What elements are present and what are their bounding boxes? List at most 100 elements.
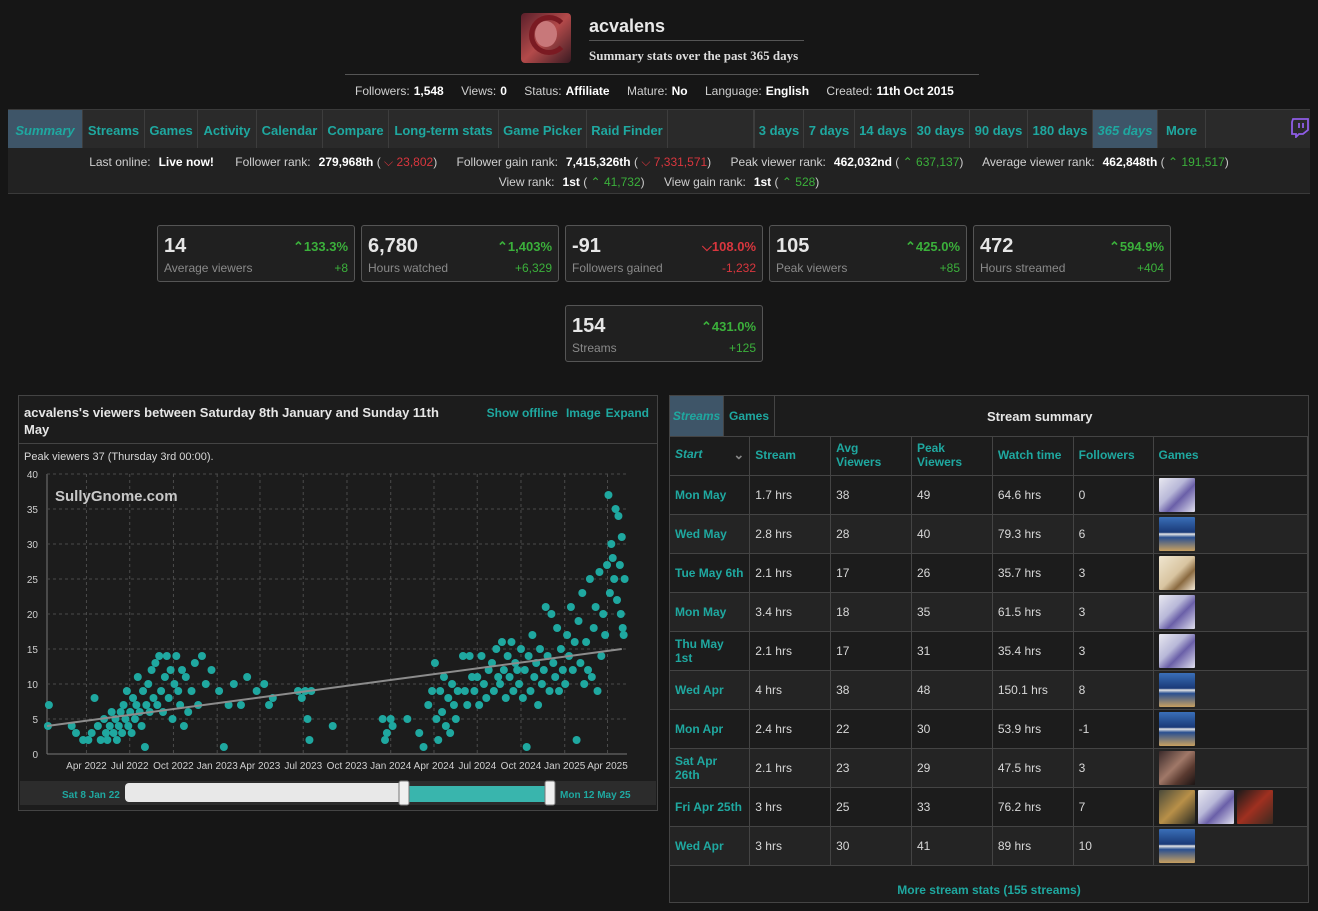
nav-tab-compare[interactable]: Compare	[323, 110, 389, 148]
up-arrow-icon: ⌃	[781, 175, 792, 189]
x-tick-label: Apr 2022	[66, 761, 107, 772]
game-thumbnail-valorant[interactable]	[1158, 633, 1195, 668]
start-cell[interactable]: Mon May	[670, 592, 751, 632]
game-thumbnail-vrchat[interactable]	[1158, 711, 1195, 746]
nav-tab-games[interactable]: Games	[145, 110, 198, 148]
data-point	[555, 687, 564, 695]
game-thumbnail-vrchat[interactable]	[1158, 828, 1195, 863]
nav-range-90-days[interactable]: 90 days	[970, 110, 1028, 148]
image-link[interactable]: Image	[566, 406, 601, 420]
expand-link[interactable]: Expand	[606, 406, 649, 420]
col-start[interactable]: Start ⌄	[670, 436, 751, 476]
nav-range-365-days[interactable]: 365 days	[1093, 110, 1158, 148]
range-handle-left[interactable]	[398, 780, 410, 806]
twitch-icon[interactable]	[1290, 118, 1310, 138]
data-point	[124, 722, 133, 730]
avg-viewers-cell: 30	[830, 826, 912, 866]
game-thumbnail-valorant[interactable]	[1158, 477, 1195, 512]
view-rank-label: View rank:	[498, 175, 555, 189]
data-point	[601, 631, 610, 639]
nav-range-3-days[interactable]: 3 days	[754, 110, 804, 148]
table-row[interactable]: Wed Apr 4 hrs 38 48 150.1 hrs 8	[670, 670, 1309, 710]
start-cell[interactable]: Thu May 1st	[670, 631, 751, 671]
col-peak-viewers[interactable]: Peak Viewers	[911, 436, 993, 476]
game-thumbnail-vrchat[interactable]	[1158, 516, 1195, 551]
nav-tab-activity[interactable]: Activity	[198, 110, 257, 148]
peak-viewers-cell: 41	[911, 826, 993, 866]
data-point	[501, 694, 510, 702]
data-point	[556, 645, 565, 653]
table-row[interactable]: Wed Apr 3 hrs 30 41 89 hrs 10	[670, 826, 1309, 866]
table-row[interactable]: Tue May 6th 2.1 hrs 17 26 35.7 hrs 3	[670, 553, 1309, 593]
table-row[interactable]: Fri Apr 25th 3 hrs 25 33 76.2 hrs 7	[670, 787, 1309, 827]
data-point	[93, 722, 102, 730]
game-thumbnail-valorant[interactable]	[1158, 594, 1195, 629]
x-tick-label: Jul 2022	[111, 761, 149, 772]
range-end-label: Mon 12 May 25	[560, 790, 631, 801]
nav-tab-streams[interactable]: Streams	[83, 110, 145, 148]
game-thumbnail-red[interactable]	[1236, 789, 1273, 824]
show-offline-link[interactable]: Show offline	[487, 406, 558, 420]
col-stream[interactable]: Stream	[749, 436, 832, 476]
data-point	[260, 680, 269, 688]
game-thumbnail-light[interactable]	[1158, 555, 1195, 590]
start-cell[interactable]: Mon May	[670, 475, 751, 515]
data-point	[197, 652, 206, 660]
table-row[interactable]: Mon Apr 2.4 hrs 22 30 53.9 hrs -1	[670, 709, 1309, 749]
data-point	[44, 701, 53, 709]
nav-tab-summary[interactable]: Summary	[8, 110, 83, 148]
col-avg-viewers[interactable]: Avg Viewers	[830, 436, 912, 476]
x-tick-label: Apr 2025	[587, 761, 628, 772]
rank-row-2: View rank: 1st ( ⌃ 41,732) View gain rank…	[498, 175, 820, 189]
more-stream-stats-link[interactable]: More stream stats (155 streams)	[670, 883, 1308, 897]
data-point	[441, 722, 450, 730]
nav-tab-calendar[interactable]: Calendar	[257, 110, 323, 148]
avg-viewers-cell: 17	[830, 553, 912, 593]
start-cell[interactable]: Mon Apr	[670, 709, 751, 749]
start-cell[interactable]: Wed Apr	[670, 826, 751, 866]
nav-tab-long-term-stats[interactable]: Long-term stats	[389, 110, 499, 148]
data-point	[229, 680, 238, 688]
game-thumbnail-valorant[interactable]	[1197, 789, 1234, 824]
y-tick-label: 10	[27, 680, 39, 691]
start-cell[interactable]: Fri Apr 25th	[670, 787, 751, 827]
game-thumbnail-shooter[interactable]	[1158, 789, 1195, 824]
table-row[interactable]: Mon May 1.7 hrs 38 49 64.6 hrs 0	[670, 475, 1309, 515]
card-label: Hours streamed	[980, 261, 1066, 275]
tab-streams[interactable]: Streams	[670, 396, 724, 436]
up-arrow-icon: ⌃	[293, 239, 304, 254]
nav-range-7-days[interactable]: 7 days	[804, 110, 855, 148]
data-point	[419, 743, 428, 751]
nav-tab-game-picker[interactable]: Game Picker	[499, 110, 587, 148]
start-cell[interactable]: Sat Apr 26th	[670, 748, 751, 788]
data-point	[566, 603, 575, 611]
game-thumbnail-dark[interactable]	[1158, 750, 1195, 785]
nav-range-30-days[interactable]: 30 days	[912, 110, 970, 148]
range-selected[interactable]	[405, 786, 551, 802]
avg-viewers-cell: 22	[830, 709, 912, 749]
table-row[interactable]: Wed May 2.8 hrs 28 40 79.3 hrs 6	[670, 514, 1309, 554]
col-followers[interactable]: Followers	[1073, 436, 1154, 476]
table-row[interactable]: Sat Apr 26th 2.1 hrs 23 29 47.5 hrs 3	[670, 748, 1309, 788]
nav-more[interactable]: More	[1158, 110, 1206, 148]
nav-range-180-days[interactable]: 180 days	[1028, 110, 1093, 148]
nav-range-14-days[interactable]: 14 days	[855, 110, 912, 148]
game-thumbnail-vrchat[interactable]	[1158, 672, 1195, 707]
start-cell[interactable]: Tue May 6th	[670, 553, 751, 593]
viewers-scatter-chart[interactable]: 0 5 10 15 20 25 30 35 40 Apr 2022 Jul 2022 Oct 202…	[19, 466, 657, 812]
range-handle-right[interactable]	[544, 780, 556, 806]
data-point	[151, 659, 160, 667]
start-cell[interactable]: Wed May	[670, 514, 751, 554]
data-point	[107, 708, 116, 716]
data-point	[499, 666, 508, 674]
col-watch-time[interactable]: Watch time	[992, 436, 1074, 476]
start-cell[interactable]: Wed Apr	[670, 670, 751, 710]
nav-tab-raid-finder[interactable]: Raid Finder	[587, 110, 668, 148]
table-row[interactable]: Thu May 1st 2.1 hrs 17 31 35.4 hrs 3	[670, 631, 1309, 671]
channel-avatar[interactable]	[521, 13, 571, 63]
data-point	[551, 673, 560, 681]
table-row[interactable]: Mon May 3.4 hrs 18 35 61.5 hrs 3	[670, 592, 1309, 632]
followers-cell: 6	[1073, 514, 1154, 554]
data-point	[109, 729, 118, 737]
tab-games[interactable]: Games	[724, 396, 775, 436]
